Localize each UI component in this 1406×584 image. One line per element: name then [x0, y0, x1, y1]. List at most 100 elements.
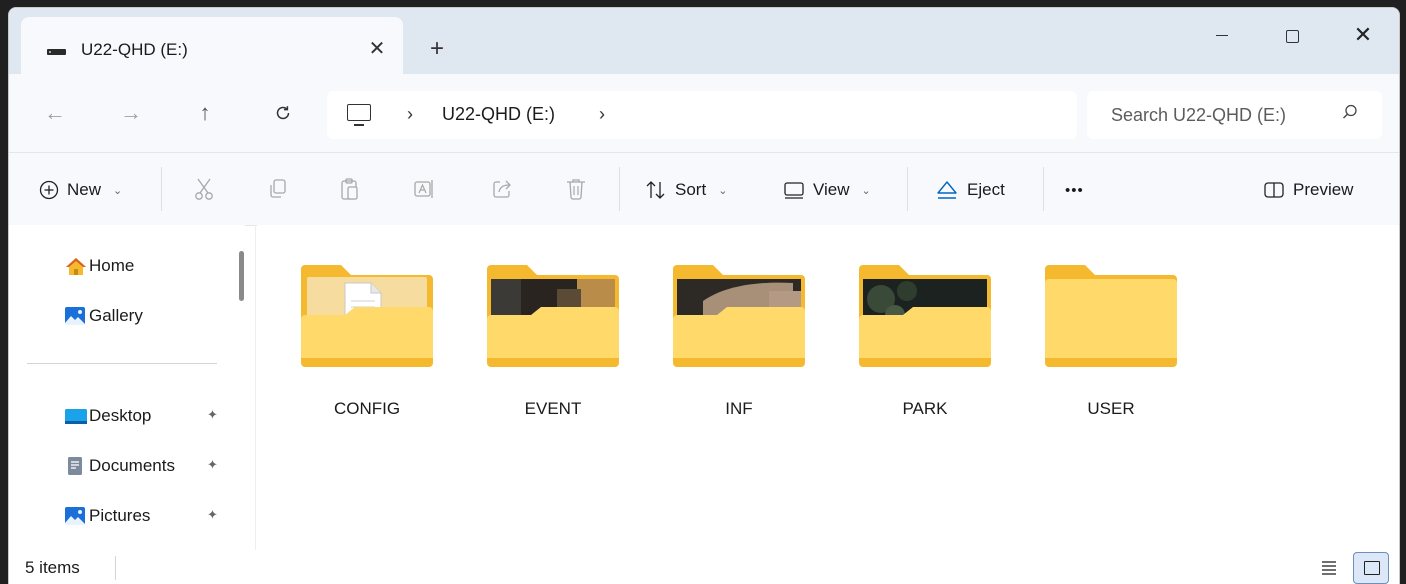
sidebar-item-label: Gallery: [89, 306, 143, 325]
chevron-down-icon: ⌄: [718, 184, 728, 197]
folder-name: EVENT: [524, 399, 582, 418]
tab-title: U22-QHD (E:): [81, 40, 188, 59]
divider: [619, 167, 620, 211]
address-bar[interactable]: › U22-QHD (E:) ›: [327, 91, 1077, 139]
folder-icon: [487, 265, 619, 367]
explorer-window: U22-QHD (E:) ✕ + ✕ ← → ↑ › U22-QHD (E:) …: [8, 7, 1400, 584]
sidebar-item-desktop[interactable]: Desktop: [65, 403, 151, 429]
folder-name: PARK: [902, 399, 948, 418]
view-label: View: [813, 180, 850, 199]
title-bar: U22-QHD (E:) ✕ + ✕: [9, 8, 1399, 74]
preview-button[interactable]: Preview: [1263, 175, 1353, 205]
divider: [907, 167, 908, 211]
rename-icon[interactable]: [413, 177, 435, 201]
folder-icon: [859, 265, 991, 367]
sidebar-item-gallery[interactable]: Gallery: [65, 303, 143, 329]
sort-icon: [646, 181, 665, 199]
divider: [1043, 167, 1044, 211]
maximize-icon: [1286, 30, 1299, 43]
folder-item[interactable]: INF: [659, 261, 819, 431]
folder-icon: [301, 265, 433, 367]
folder-name: USER: [1087, 399, 1135, 418]
pane-divider[interactable]: [255, 225, 256, 550]
navigation-pane: Home Gallery Desktop ✦ Documents ✦ Pictu…: [9, 225, 245, 550]
file-list: CONFIG EVENT INF PARK USER: [257, 225, 1399, 550]
forward-button[interactable]: →: [111, 93, 151, 133]
maximize-button[interactable]: [1275, 20, 1309, 50]
pin-icon[interactable]: ✦: [207, 407, 218, 423]
breadcrumb-chevron[interactable]: ›: [599, 104, 605, 125]
sidebar-scrollbar-thumb[interactable]: [239, 251, 244, 301]
folder-item[interactable]: CONFIG: [287, 261, 447, 431]
desktop-icon: [65, 406, 87, 426]
chevron-down-icon: ⌄: [861, 184, 871, 197]
view-button[interactable]: View ⌄: [783, 175, 871, 205]
folder-item[interactable]: EVENT: [473, 261, 633, 431]
drive-icon: [47, 49, 66, 55]
sidebar-item-label: Desktop: [89, 406, 152, 425]
add-icon: [39, 180, 59, 200]
folder-item[interactable]: PARK: [845, 261, 1005, 431]
sort-button[interactable]: Sort ⌄: [645, 175, 727, 205]
search-box[interactable]: Search U22-QHD (E:): [1087, 91, 1382, 139]
eject-label: Eject: [967, 180, 1005, 199]
refresh-button[interactable]: [263, 93, 303, 133]
pictures-icon: [65, 506, 85, 526]
status-bar: 5 items: [9, 550, 1399, 584]
item-count: 5 items: [25, 558, 80, 577]
folder-name: CONFIG: [333, 399, 401, 418]
this-pc-icon: [347, 104, 371, 126]
status-divider: [115, 556, 116, 580]
close-window-button[interactable]: ✕: [1346, 20, 1380, 50]
new-tab-button[interactable]: +: [423, 35, 451, 63]
folder-name: INF: [725, 399, 753, 418]
refresh-icon: [276, 106, 290, 120]
search-icon: [1343, 104, 1357, 119]
delete-icon[interactable]: [565, 177, 587, 201]
pin-icon[interactable]: ✦: [207, 457, 218, 473]
chevron-down-icon: ⌄: [113, 184, 123, 197]
new-label: New: [67, 180, 102, 199]
close-tab-button[interactable]: ✕: [363, 35, 391, 63]
eject-button[interactable]: Eject: [935, 175, 1005, 205]
large-icons-view-icon: [1364, 561, 1380, 575]
search-placeholder: Search U22-QHD (E:): [1111, 105, 1287, 125]
sidebar-item-pictures[interactable]: Pictures: [65, 503, 150, 529]
minimize-icon: [1216, 35, 1228, 36]
sidebar-item-label: Pictures: [89, 506, 151, 525]
folder-icon: [1045, 265, 1177, 367]
large-icons-view-button[interactable]: [1353, 552, 1389, 584]
address-row: ← → ↑ › U22-QHD (E:) › Search U22-QHD (E…: [9, 74, 1399, 152]
more-options-button[interactable]: •••: [1065, 175, 1084, 205]
breadcrumb-chevron[interactable]: ›: [407, 104, 413, 125]
divider: [161, 167, 162, 211]
preview-pane-icon: [1264, 182, 1284, 198]
minimize-button[interactable]: [1204, 20, 1238, 50]
breadcrumb-drive[interactable]: U22-QHD (E:): [442, 104, 555, 125]
new-button[interactable]: New ⌄: [39, 175, 122, 205]
paste-icon[interactable]: [339, 177, 361, 201]
folder-item[interactable]: USER: [1031, 261, 1191, 431]
command-bar: New ⌄ Sort ⌄ View ⌄ Eject ••• Preview: [9, 152, 1399, 226]
back-button[interactable]: ←: [35, 93, 75, 133]
view-icon: [784, 182, 804, 199]
details-view-icon[interactable]: [1319, 557, 1339, 577]
sidebar-item-home[interactable]: Home: [65, 253, 134, 279]
sidebar-item-label: Home: [89, 256, 135, 275]
sidebar-item-documents[interactable]: Documents: [65, 453, 175, 479]
pin-icon[interactable]: ✦: [207, 507, 218, 523]
copy-icon[interactable]: [267, 177, 289, 201]
cut-icon[interactable]: [193, 177, 215, 201]
folder-icon: [673, 265, 805, 367]
documents-icon: [65, 456, 85, 476]
tab-drive[interactable]: U22-QHD (E:) ✕: [21, 17, 403, 74]
eject-icon: [937, 181, 957, 199]
share-icon[interactable]: [491, 177, 513, 201]
sidebar-item-label: Documents: [89, 456, 175, 475]
preview-label: Preview: [1293, 180, 1354, 199]
gallery-icon: [65, 306, 85, 326]
up-button[interactable]: ↑: [185, 93, 225, 133]
home-icon: [65, 256, 86, 276]
sidebar-divider: [27, 363, 217, 364]
sort-label: Sort: [675, 180, 707, 199]
